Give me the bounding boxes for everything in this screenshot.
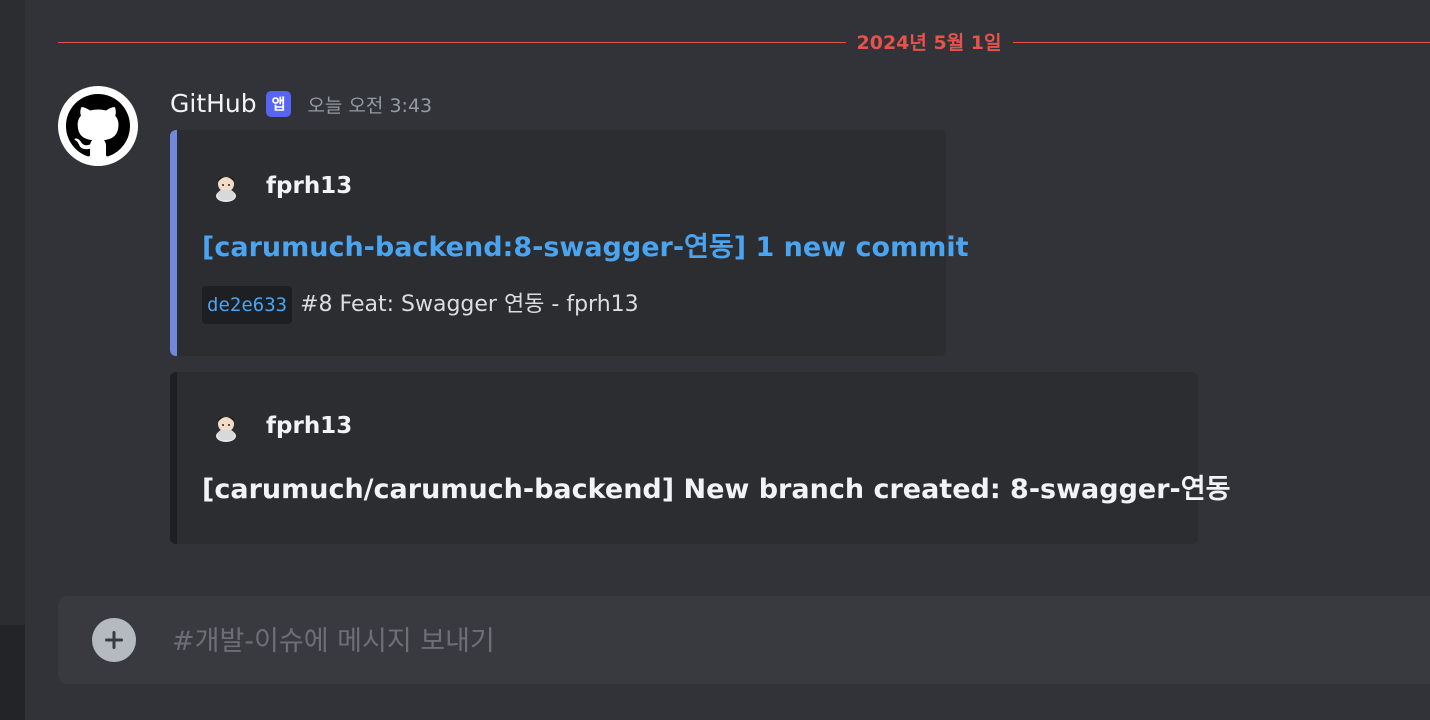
github-avatar[interactable] (58, 86, 138, 166)
date-divider-label: 2024년 5월 1일 (856, 32, 1002, 54)
embed-accent-bar (170, 372, 177, 544)
message-input[interactable] (170, 616, 1410, 666)
branch-embed: fprh13 [carumuch/carumuch-backend] New b… (170, 372, 1230, 544)
embed-author-name[interactable]: fprh13 (266, 170, 352, 202)
sidebar-edge (0, 0, 25, 720)
sidebar-edge-bottom (0, 625, 25, 720)
user-avatar-icon (210, 170, 242, 202)
divider-line-right (1013, 42, 1430, 43)
embed-description: de2e633 #8 Feat: Swagger 연동 - fprh13 (202, 286, 639, 324)
commit-embed: fprh13 [carumuch-backend:8-swagger-연동] 1… (170, 130, 969, 356)
embed-title: [carumuch/carumuch-backend] New branch c… (202, 474, 1231, 505)
commit-message: #8 Feat: Swagger 연동 - fprh13 (300, 292, 639, 317)
github-octocat-icon (66, 94, 130, 157)
embed-accent-bar (170, 130, 177, 356)
app-badge: 앱 (265, 91, 292, 117)
plus-circle-icon (105, 631, 123, 649)
message-composer (58, 596, 1430, 684)
message-timestamp[interactable]: 오늘 오전 3:43 (307, 88, 432, 124)
embed-author: fprh13 (210, 170, 352, 202)
message-author[interactable]: GitHub (170, 86, 257, 122)
user-avatar-icon (210, 410, 242, 442)
message-header: GitHub 앱 오늘 오전 3:43 (170, 86, 432, 122)
date-divider: 2024년 5월 1일 (58, 28, 1430, 58)
embed-title-link[interactable]: [carumuch-backend:8-swagger-연동] 1 new co… (202, 230, 969, 266)
commit-hash-link[interactable]: de2e633 (202, 286, 293, 324)
embed-author: fprh13 (210, 410, 352, 442)
embed-author-name[interactable]: fprh13 (266, 410, 352, 442)
add-attachment-button[interactable] (92, 618, 136, 662)
divider-line-left (58, 42, 846, 43)
